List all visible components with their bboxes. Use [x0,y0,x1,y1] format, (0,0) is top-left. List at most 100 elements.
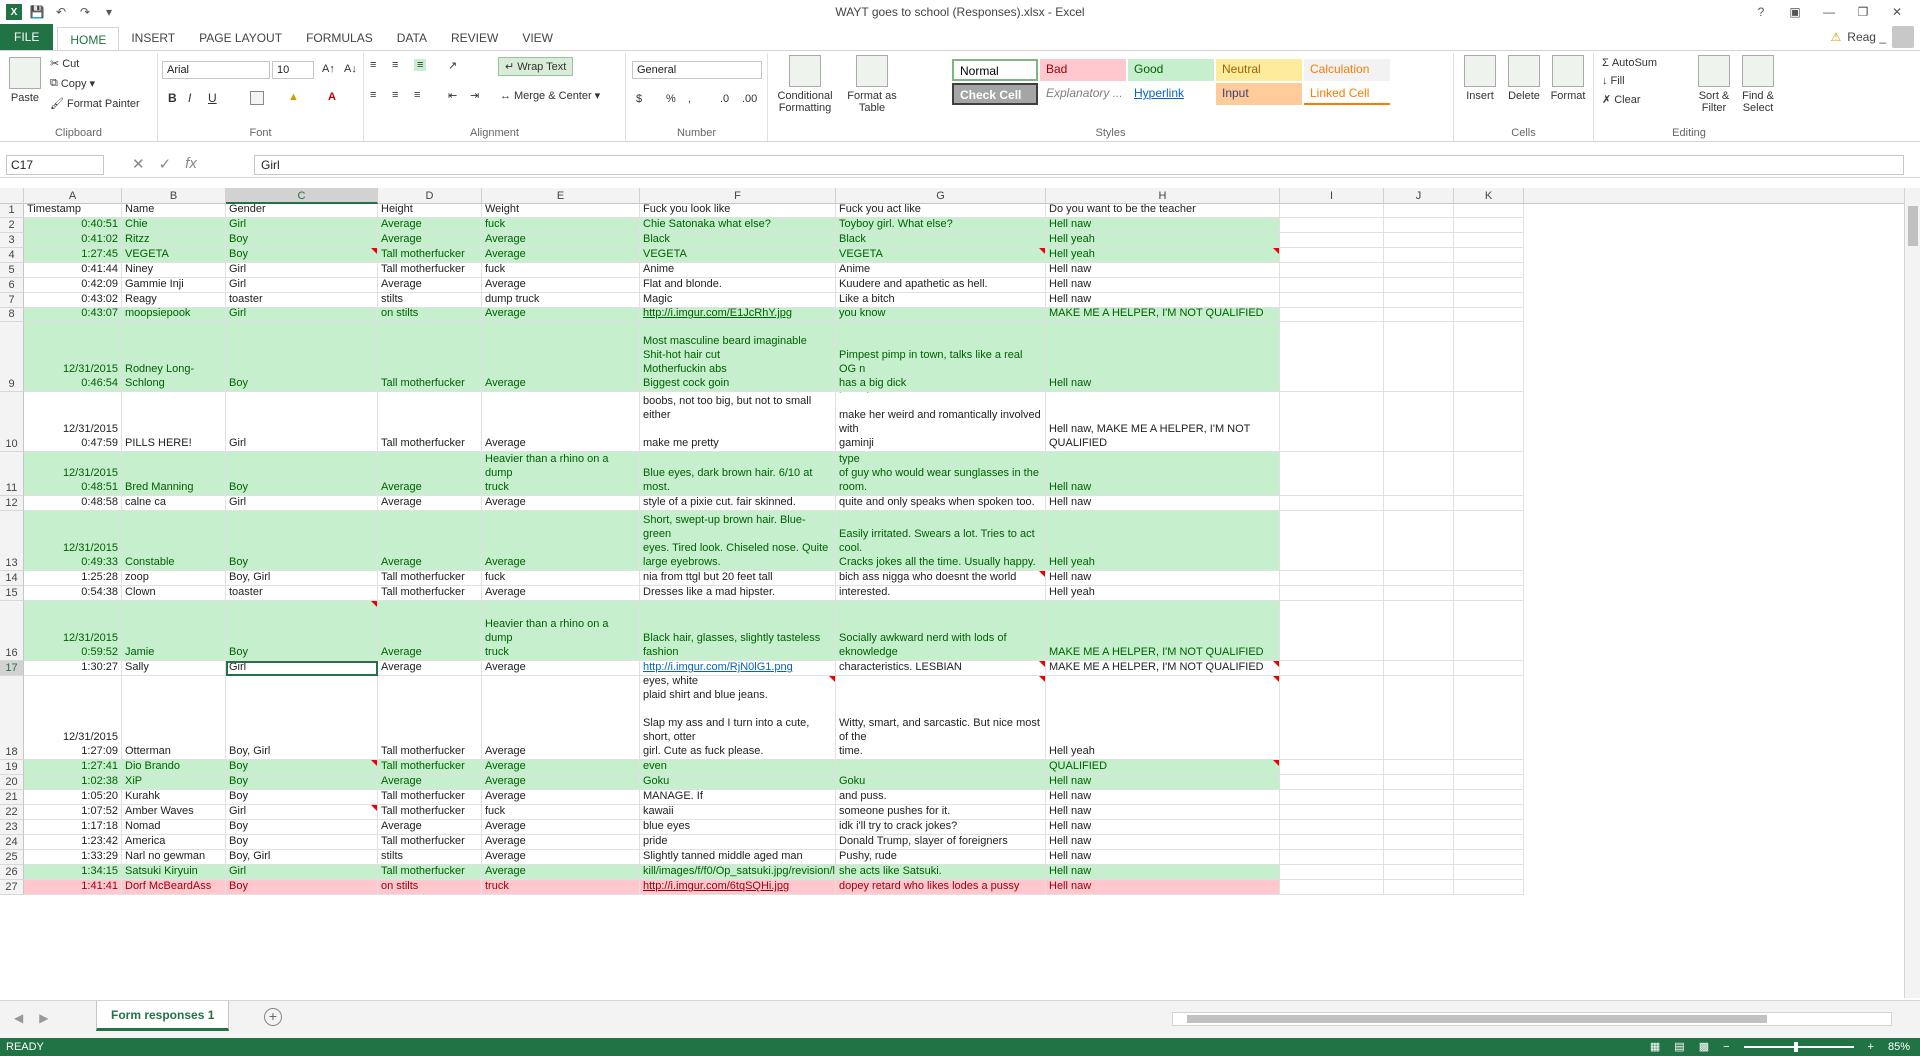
cell-j18[interactable] [1384,676,1454,760]
cell-i26[interactable] [1280,865,1384,880]
undo-icon[interactable]: ↶ [52,3,70,21]
align-left-icon[interactable]: ≡ [370,89,376,101]
cell-a22[interactable]: 12/31/2015 1:07:52 [24,805,122,820]
cell-a5[interactable]: 12/31/2015 0:41:44 [24,263,122,278]
row-header[interactable]: 11 [0,452,24,496]
cell-b1[interactable]: Name [122,204,226,218]
cell-e10[interactable]: Average [482,392,640,452]
cell-j24[interactable] [1384,835,1454,850]
cell-c11[interactable]: Boy [226,452,378,496]
cell-d26[interactable]: Tall motherfucker [378,865,482,880]
cell-g10[interactable]: pill is pill make her weird and romantic… [836,392,1046,452]
cell-c10[interactable]: Girl [226,392,378,452]
cell-f14[interactable]: nia from ttgl but 20 feet tall [640,571,836,586]
insert-function-icon[interactable]: fx [185,155,197,173]
column-header-j[interactable]: J [1384,188,1454,204]
cell-i16[interactable] [1280,601,1384,661]
row-header[interactable]: 23 [0,820,24,835]
cell-k1[interactable] [1454,204,1524,218]
cell-g3[interactable]: Black [836,233,1046,248]
cell-g9[interactable]: Pimpest pimp in town, talks like a real … [836,322,1046,392]
row-header[interactable]: 17 [0,661,24,676]
cell-c12[interactable]: Girl [226,496,378,511]
cell-h23[interactable]: Hell naw [1046,820,1280,835]
grow-font-icon[interactable]: A↑ [322,63,335,75]
cell-c21[interactable]: Boy [226,790,378,805]
cell-h6[interactable]: Hell naw [1046,278,1280,293]
cell-h24[interactable]: Hell naw [1046,835,1280,850]
cell-e24[interactable]: Average [482,835,640,850]
cell-j19[interactable] [1384,760,1454,775]
cell-f21[interactable]: GODAMN VIKING BEARD YOU CAN MANAGE. If [640,790,836,805]
cell-h16[interactable]: MAKE ME A HELPER, I'M NOT QUALIFIED [1046,601,1280,661]
cell-b8[interactable]: moopsiepook [122,308,226,322]
row-header[interactable]: 21 [0,790,24,805]
cell-g25[interactable]: Pushy, rude [836,850,1046,865]
row-header[interactable]: 13 [0,511,24,571]
cell-h13[interactable]: Hell yeah [1046,511,1280,571]
cell-h15[interactable]: Hell yeah [1046,586,1280,601]
row-header[interactable]: 22 [0,805,24,820]
cell-b16[interactable]: Jamie [122,601,226,661]
cell-c22[interactable]: Girl [226,805,378,820]
cell-b12[interactable]: calne ca [122,496,226,511]
cell-g8[interactable]: you know [836,308,1046,322]
cell-h19[interactable]: QUALIFIED [1046,760,1280,775]
tab-data[interactable]: DATA [385,26,439,50]
cell-j27[interactable] [1384,880,1454,895]
row-header[interactable]: 27 [0,880,24,895]
cell-d27[interactable]: on stilts [378,880,482,895]
cell-c2[interactable]: Girl [226,218,378,233]
align-right-icon[interactable]: ≡ [414,89,420,101]
cell-a9[interactable]: 12/31/2015 0:46:54 [24,322,122,392]
column-header-k[interactable]: K [1454,188,1524,204]
increase-decimal-icon[interactable]: .0 [720,93,729,105]
cell-d5[interactable]: Tall motherfucker [378,263,482,278]
column-header-g[interactable]: G [836,188,1046,204]
cell-i13[interactable] [1280,511,1384,571]
cell-k27[interactable] [1454,880,1524,895]
comment-indicator-icon[interactable] [1273,676,1279,682]
cell-d10[interactable]: Tall motherfucker [378,392,482,452]
cell-e27[interactable]: truck [482,880,640,895]
cell-e21[interactable]: Average [482,790,640,805]
cell-j17[interactable] [1384,661,1454,676]
underline-button[interactable]: U [208,91,217,105]
cell-i19[interactable] [1280,760,1384,775]
vertical-scrollbar[interactable] [1904,188,1920,998]
cell-g24[interactable]: Donald Trump, slayer of foreigners [836,835,1046,850]
borders-icon[interactable] [250,91,264,105]
cell-h11[interactable]: Hell naw [1046,452,1280,496]
bottom-align-icon[interactable]: ≡ [414,59,427,71]
cell-e9[interactable]: Average [482,322,640,392]
add-sheet-icon[interactable]: + [264,1008,282,1026]
cell-g18[interactable]: Witty, smart, and sarcastic. But nice mo… [836,676,1046,760]
column-header-a[interactable]: A [24,188,122,204]
cell-h3[interactable]: Hell yeah [1046,233,1280,248]
paste-button[interactable]: Paste [8,57,42,104]
cell-j26[interactable] [1384,865,1454,880]
cell-e14[interactable]: Go eat a sandwich you lanky fuck [482,571,640,586]
cell-c23[interactable]: Boy [226,820,378,835]
row-header[interactable]: 3 [0,233,24,248]
cell-h10[interactable]: Hell naw, MAKE ME A HELPER, I'M NOT QUAL… [1046,392,1280,452]
cell-a2[interactable]: 12/31/2015 0:40:51 [24,218,122,233]
style-neutral[interactable]: Neutral [1216,59,1302,81]
comment-indicator-icon[interactable] [371,805,377,811]
cell-f9[interactable]: Most masculine beard imaginable Shit-hot… [640,322,836,392]
format-painter-button[interactable]: 🖌 Format Painter [50,97,140,111]
cell-e15[interactable]: Average [482,586,640,601]
zoom-knob[interactable] [1793,1042,1798,1052]
merge-center-button[interactable]: ↔ Merge & Center ▾ [500,89,600,103]
cell-d15[interactable]: Tall motherfucker [378,586,482,601]
cell-d16[interactable]: Average [378,601,482,661]
cell-h27[interactable]: Hell naw [1046,880,1280,895]
delete-cells-button[interactable]: Delete [1504,55,1544,102]
zoom-out-icon[interactable]: − [1723,1038,1729,1056]
cell-g13[interactable]: Easily irritated. Swears a lot. Tries to… [836,511,1046,571]
comment-indicator-icon[interactable] [371,760,377,766]
save-icon[interactable]: 💾 [28,3,46,21]
cell-k11[interactable] [1454,452,1524,496]
style-good[interactable]: Good [1128,59,1214,81]
cell-a18[interactable]: 12/31/2015 1:27:09 [24,676,122,760]
